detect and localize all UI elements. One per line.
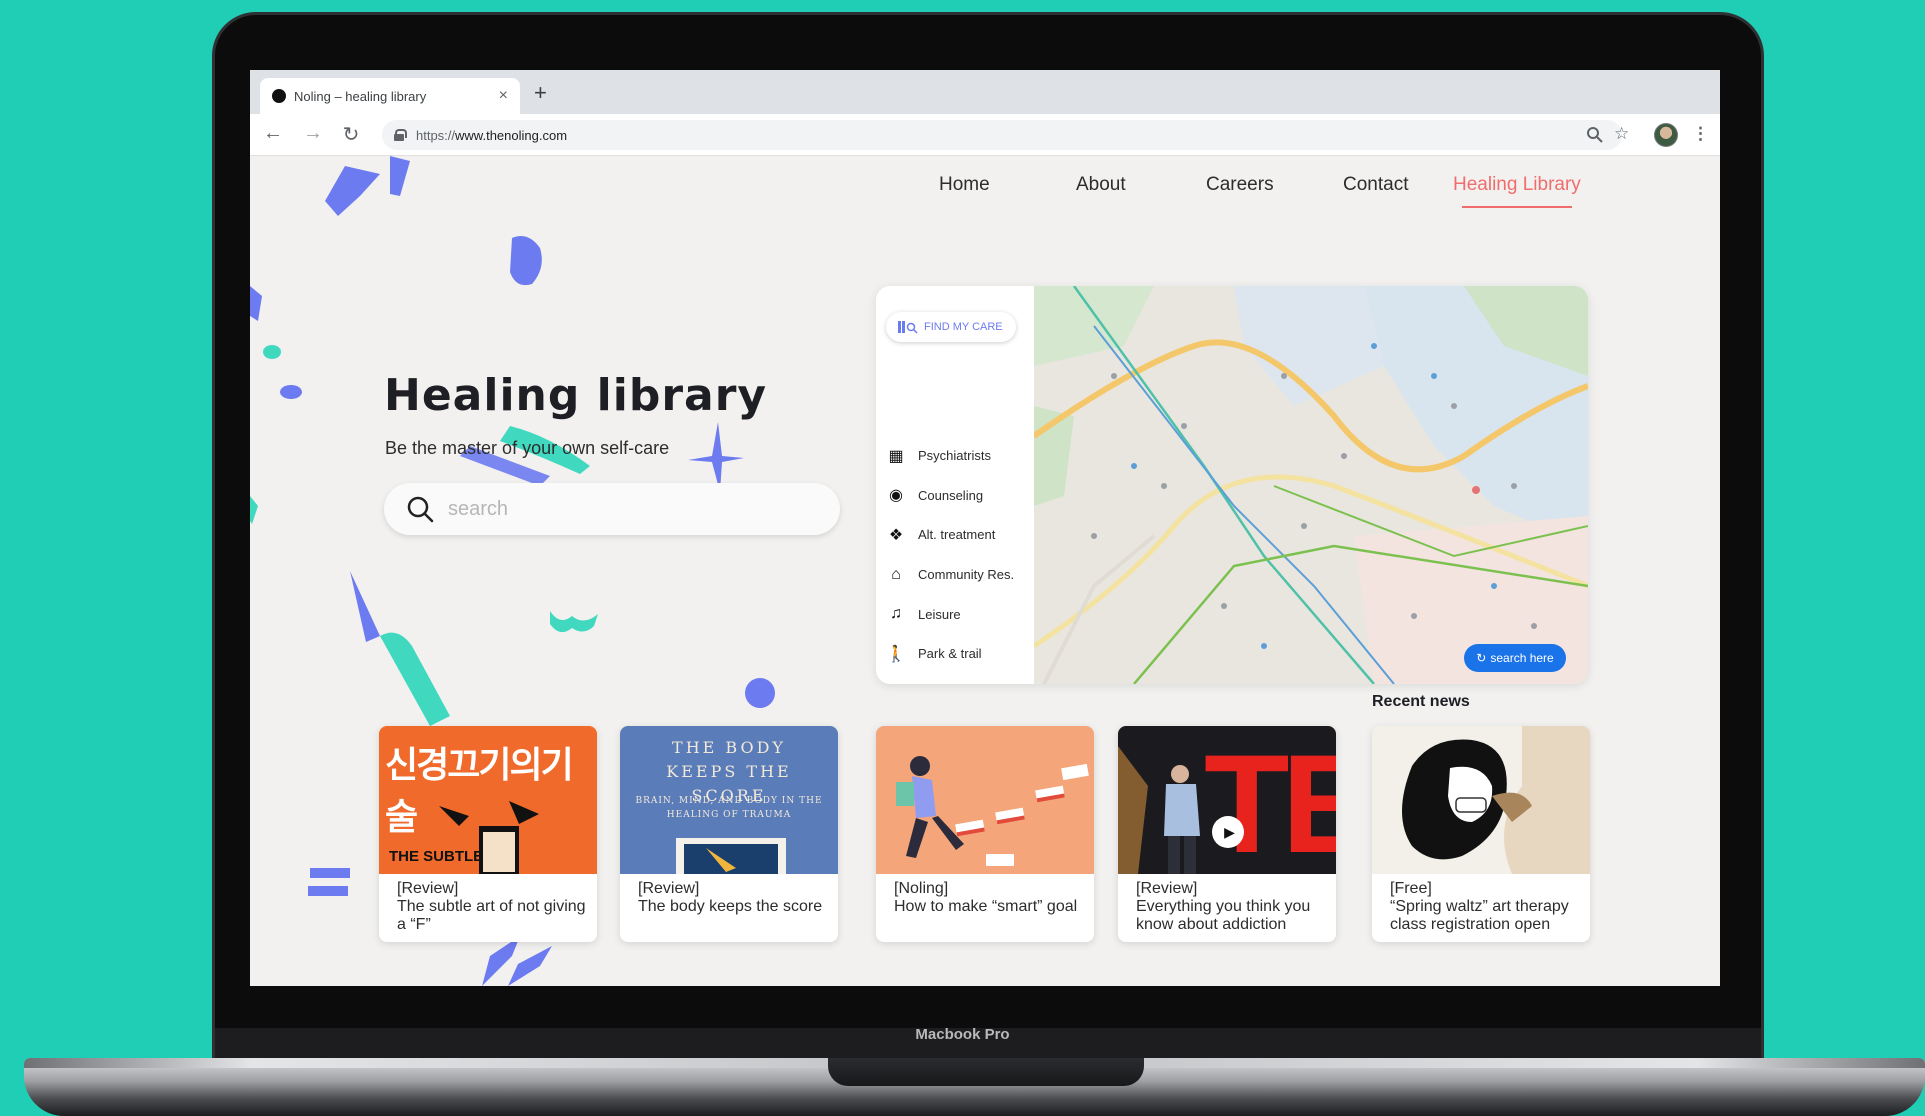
care-item-label: Psychiatrists bbox=[918, 448, 991, 464]
forward-icon[interactable]: → bbox=[300, 122, 326, 145]
article-card[interactable]: [Free] “Spring waltz” art therapy class … bbox=[1372, 726, 1590, 942]
card-image: TE ▶ bbox=[1118, 726, 1336, 874]
card-image bbox=[1372, 726, 1590, 874]
care-item-leisure[interactable]: ♫ Leisure bbox=[886, 594, 1014, 634]
card-tag: [Free] bbox=[1390, 880, 1432, 897]
play-button[interactable]: ▶ bbox=[1212, 816, 1244, 848]
zoom-icon[interactable] bbox=[1586, 126, 1604, 144]
page-subtitle: Be the master of your own self-care bbox=[385, 438, 670, 458]
nav-active-underline bbox=[1462, 206, 1572, 208]
library-search-icon bbox=[898, 321, 918, 334]
screen: Noling – healing library × + ← → ↻ https… bbox=[250, 70, 1720, 986]
address-bar[interactable]: https://www.thenoling.com bbox=[382, 120, 1622, 150]
url-prefix: https:// bbox=[416, 127, 456, 143]
new-tab-icon[interactable]: + bbox=[534, 80, 547, 106]
card-title: The body keeps the score bbox=[638, 898, 823, 915]
care-item-counseling[interactable]: ◉ Counseling bbox=[886, 476, 1014, 516]
map[interactable]: ↻ search here bbox=[1032, 286, 1588, 684]
walking-icon: 🚶 bbox=[886, 645, 906, 663]
nav-healing-library[interactable]: Healing Library bbox=[1453, 174, 1581, 196]
head-icon: ◉ bbox=[889, 487, 903, 505]
card-title: How to make “smart” goal bbox=[894, 898, 1078, 915]
nav-contact[interactable]: Contact bbox=[1343, 174, 1408, 196]
card-illustration bbox=[1118, 746, 1200, 874]
card-illustration bbox=[896, 756, 1089, 866]
tab-title: Noling – healing library bbox=[294, 88, 427, 104]
page: Home About Careers Contact Healing Libra… bbox=[250, 156, 1720, 986]
laptop-notch bbox=[828, 1058, 1144, 1086]
card-title: “Spring waltz” art therapy class registr… bbox=[1390, 898, 1569, 933]
play-icon: ▶ bbox=[1224, 823, 1235, 840]
browser-tab[interactable]: Noling – healing library × bbox=[260, 78, 520, 114]
url-host: www.thenoling.com bbox=[455, 127, 568, 143]
search-placeholder: search bbox=[448, 497, 509, 520]
card-title: The subtle art of not giving a “F” bbox=[397, 898, 586, 933]
search-here-button[interactable]: ↻ search here bbox=[1464, 644, 1566, 672]
search-input[interactable]: search bbox=[384, 483, 840, 535]
card-illustration bbox=[1402, 726, 1590, 874]
care-item-label: Park & trail bbox=[918, 646, 982, 662]
care-item-label: Community Res. bbox=[918, 567, 1015, 583]
find-my-care-label: FIND MY CARE bbox=[924, 321, 1003, 333]
article-card[interactable]: 신경끄기의기술 THE SUBTLE [Review] The subtle a… bbox=[379, 726, 597, 942]
community-icon: ⌂ bbox=[891, 565, 901, 583]
care-item-label: Leisure bbox=[918, 606, 961, 622]
recent-news-heading: Recent news bbox=[1372, 693, 1470, 710]
browser-toolbar: ← → ↻ https://www.thenoling.com ☆ ⋮ bbox=[250, 114, 1720, 156]
card-image-subtext: BRAIN, MIND, AND BODY IN THE HEALING OF … bbox=[635, 796, 823, 820]
page-title: Healing library bbox=[384, 370, 768, 421]
find-my-care-button[interactable]: FIND MY CARE bbox=[886, 312, 1016, 342]
map-graphic bbox=[1032, 286, 1588, 684]
bookmark-star-icon[interactable]: ☆ bbox=[1614, 124, 1629, 144]
care-item-label: Alt. treatment bbox=[918, 527, 996, 543]
care-item-community-res[interactable]: ⌂ Community Res. bbox=[886, 555, 1014, 595]
nav-about[interactable]: About bbox=[1076, 174, 1126, 196]
article-card[interactable]: [Noling] How to make “smart” goal bbox=[876, 726, 1094, 942]
care-item-alt-treatment[interactable]: ❖ Alt. treatment bbox=[886, 515, 1014, 555]
article-card[interactable]: THE BODY KEEPS THE SCORE BRAIN, MIND, AN… bbox=[620, 726, 838, 942]
refresh-icon: ↻ bbox=[1476, 651, 1487, 665]
care-category-list: ▦ Psychiatrists ◉ Counseling ❖ Alt. treatme… bbox=[886, 436, 1014, 674]
card-image: 신경끄기의기술 THE SUBTLE bbox=[379, 726, 597, 874]
card-image-subtext: THE SUBTLE bbox=[389, 848, 484, 865]
browser-tabbar: Noling – healing library × + bbox=[250, 70, 1720, 114]
care-item-park-trail[interactable]: 🚶 Park & trail bbox=[886, 634, 1014, 674]
search-icon bbox=[407, 496, 434, 523]
search-here-label: search here bbox=[1490, 651, 1554, 665]
reload-icon[interactable]: ↻ bbox=[338, 122, 364, 147]
nav-home[interactable]: Home bbox=[939, 174, 990, 196]
find-care-panel: FIND MY CARE ▦ Psychiatrists ◉ Counseling … bbox=[876, 286, 1588, 684]
card-tag: [Review] bbox=[397, 880, 459, 897]
card-tag: [Review] bbox=[638, 880, 700, 897]
card-image bbox=[876, 726, 1094, 874]
device-label: Macbook Pro bbox=[915, 1026, 1010, 1043]
card-title: Everything you think you know about addi… bbox=[1136, 898, 1311, 933]
close-icon[interactable]: × bbox=[499, 87, 508, 105]
card-tag: [Noling] bbox=[894, 880, 949, 897]
card-illustration bbox=[676, 838, 786, 874]
card-image: THE BODY KEEPS THE SCORE BRAIN, MIND, AN… bbox=[620, 726, 838, 874]
hospital-icon: ▦ bbox=[888, 447, 904, 465]
paw-icon: ❖ bbox=[888, 526, 904, 544]
care-item-label: Counseling bbox=[918, 487, 984, 503]
article-card[interactable]: TE ▶ [Review] Everything you think you k… bbox=[1118, 726, 1336, 942]
profile-avatar[interactable] bbox=[1654, 123, 1678, 147]
menu-icon[interactable]: ⋮ bbox=[1692, 124, 1709, 144]
leisure-icon: ♫ bbox=[890, 605, 902, 623]
nav-careers[interactable]: Careers bbox=[1206, 174, 1274, 196]
card-tag: [Review] bbox=[1136, 880, 1198, 897]
favicon-icon bbox=[272, 89, 286, 103]
lock-icon bbox=[394, 129, 407, 141]
care-item-psychiatrists[interactable]: ▦ Psychiatrists bbox=[886, 436, 1014, 476]
back-icon[interactable]: ← bbox=[260, 122, 286, 145]
